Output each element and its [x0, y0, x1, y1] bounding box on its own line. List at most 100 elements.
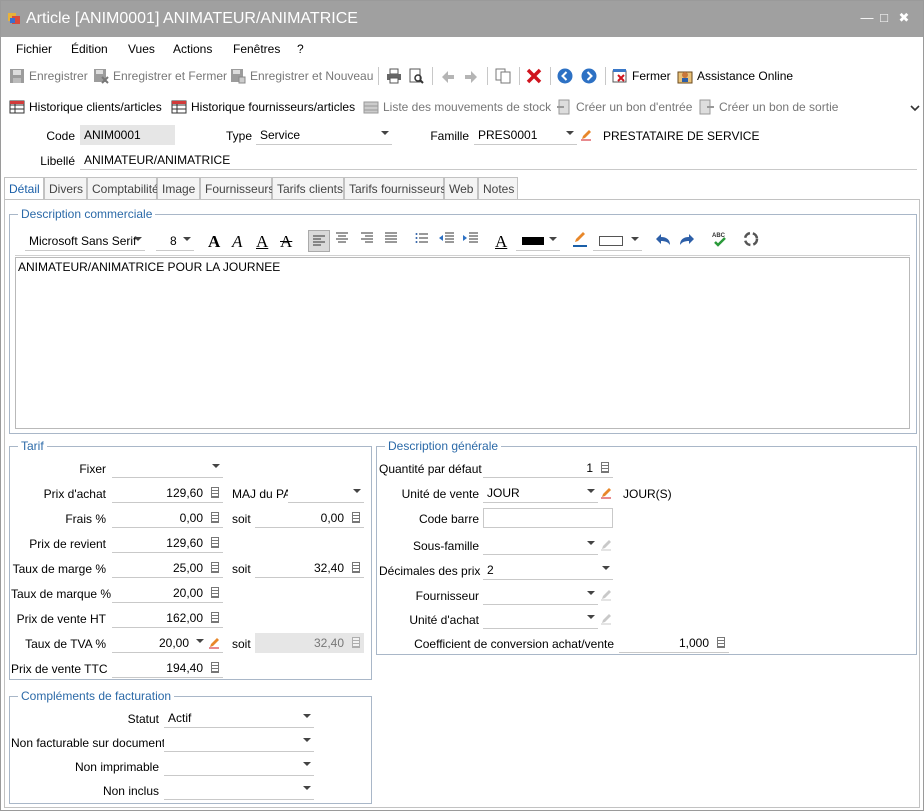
next-record-button[interactable] — [463, 68, 483, 84]
tab-comptabilite[interactable]: Comptabilité — [87, 177, 159, 199]
code-barre-field[interactable] — [483, 508, 613, 528]
code-field[interactable]: ANIM0001 — [80, 125, 175, 145]
exit-voucher-button[interactable]: Créer un bon de sortie — [699, 99, 838, 115]
non-imprimable-select[interactable] — [164, 756, 314, 776]
redo-button[interactable] — [679, 231, 695, 251]
font-family-select[interactable]: Microsoft Sans Serif — [25, 231, 145, 251]
menu-help[interactable]: ? — [297, 42, 304, 56]
libelle-field[interactable]: ANIMATEUR/ANIMATRICE — [80, 150, 917, 170]
menu-vues[interactable]: Vues — [128, 42, 155, 56]
menu-edition[interactable]: Édition — [71, 42, 108, 56]
maj-pa-select[interactable] — [288, 483, 364, 503]
unite-achat-select[interactable] — [483, 609, 598, 629]
font-color-button[interactable]: A — [495, 232, 507, 252]
tab-divers[interactable]: Divers — [44, 177, 87, 199]
highlight-color-select[interactable] — [593, 231, 642, 251]
duplicate-button[interactable] — [495, 68, 515, 84]
qte-field[interactable]: 1 — [483, 458, 613, 478]
print-button[interactable] — [386, 68, 406, 84]
stock-moves-button[interactable]: Liste des mouvements de stock — [363, 99, 551, 115]
frais-field[interactable]: 0,00 — [112, 508, 223, 528]
description-editor[interactable]: ANIMATEUR/ANIMATRICE POUR LA JOURNEE — [15, 257, 910, 429]
save-button[interactable]: Enregistrer — [9, 68, 88, 84]
calculator-icon[interactable] — [717, 637, 725, 648]
first-button[interactable] — [557, 68, 577, 84]
statut-select[interactable]: Actif — [164, 708, 314, 728]
maximize-button[interactable]: □ — [876, 10, 892, 25]
menu-fenetres[interactable]: Fenêtres — [233, 42, 280, 56]
prix-revient-field[interactable]: 129,60 — [112, 533, 223, 553]
type-select[interactable]: Service — [256, 125, 392, 145]
minimize-button[interactable]: — — [859, 10, 875, 25]
last-button[interactable] — [581, 68, 601, 84]
edit-pencil-icon[interactable] — [600, 613, 612, 625]
text-color-select[interactable] — [516, 231, 560, 251]
prix-achat-field[interactable]: 129,60 — [112, 483, 223, 503]
toolbar-overflow-button[interactable] — [907, 100, 924, 116]
non-inclus-select[interactable] — [164, 780, 314, 800]
fournisseur-select[interactable] — [483, 585, 598, 605]
save-new-button[interactable]: Enregistrer et Nouveau — [230, 68, 373, 84]
unite-vente-select[interactable]: JOUR — [483, 483, 598, 503]
previous-record-button[interactable] — [440, 68, 460, 84]
taux-marge-field[interactable]: 25,00 — [112, 558, 223, 578]
tab-fournisseurs[interactable]: Fournisseurs — [200, 177, 274, 199]
align-center-button[interactable] — [335, 231, 349, 251]
outdent-button[interactable] — [438, 231, 454, 251]
pv-ttc-field[interactable]: 194,40 — [112, 658, 223, 678]
highlight-button[interactable] — [572, 231, 588, 251]
entry-voucher-button[interactable]: Créer un bon d'entrée — [556, 99, 692, 115]
calculator-icon[interactable] — [211, 662, 219, 673]
fixer-select[interactable] — [112, 458, 223, 478]
font-size-select[interactable]: 8 — [156, 231, 194, 251]
close-button[interactable]: Fermer — [612, 68, 671, 84]
calculator-icon[interactable] — [211, 512, 219, 523]
print-preview-button[interactable] — [408, 68, 428, 84]
assistance-online-button[interactable]: Assistance Online — [677, 68, 793, 84]
decimales-select[interactable]: 2 — [483, 560, 613, 580]
calculator-icon[interactable] — [352, 562, 360, 573]
strikethrough-button[interactable]: A — [280, 232, 292, 252]
bold-button[interactable]: A — [208, 232, 220, 252]
underline-button[interactable]: A — [256, 232, 268, 252]
calculator-icon[interactable] — [211, 587, 219, 598]
tab-image[interactable]: Image — [157, 177, 200, 199]
tab-tarifs-fournisseurs[interactable]: Tarifs fournisseurs — [344, 177, 446, 199]
coef-field[interactable]: 1,000 — [619, 633, 729, 653]
tab-web[interactable]: Web — [444, 177, 478, 199]
hist-clients-button[interactable]: Historique clients/articles — [9, 99, 162, 115]
calculator-icon[interactable] — [352, 512, 360, 523]
justify-button[interactable] — [384, 231, 398, 251]
frais-soit-field[interactable]: 0,00 — [255, 508, 364, 528]
tab-notes[interactable]: Notes — [478, 177, 518, 199]
marge-soit-field[interactable]: 32,40 — [255, 558, 364, 578]
italic-button[interactable]: A — [232, 232, 242, 252]
calculator-icon[interactable] — [211, 537, 219, 548]
calculator-icon[interactable] — [601, 462, 609, 473]
calculator-icon[interactable] — [211, 612, 219, 623]
align-right-button[interactable] — [360, 231, 374, 251]
close-window-button[interactable]: ✖ — [896, 10, 912, 26]
save-close-button[interactable]: Enregistrer et Fermer — [93, 68, 227, 84]
famille-select[interactable]: PRES0001 — [474, 125, 577, 145]
edit-pencil-icon[interactable] — [600, 589, 612, 601]
edit-pencil-icon[interactable] — [208, 637, 220, 649]
hist-suppliers-button[interactable]: Historique fournisseurs/articles — [171, 99, 355, 115]
tva-select[interactable]: 20,00 — [112, 633, 223, 653]
tab-detail[interactable]: Détail — [4, 177, 44, 200]
menu-actions[interactable]: Actions — [173, 42, 212, 56]
edit-pencil-icon[interactable] — [600, 539, 612, 551]
calculator-icon[interactable] — [211, 562, 219, 573]
edit-pencil-icon[interactable] — [600, 487, 612, 499]
menu-fichier[interactable]: Fichier — [16, 42, 52, 56]
calculator-icon[interactable] — [211, 487, 219, 498]
delete-button[interactable] — [526, 68, 546, 84]
non-facturable-select[interactable] — [164, 732, 314, 752]
recycle-button[interactable] — [742, 230, 760, 250]
align-left-button[interactable] — [308, 230, 330, 252]
undo-button[interactable] — [655, 231, 671, 251]
pv-ht-field[interactable]: 162,00 — [112, 608, 223, 628]
tab-tarifs-clients[interactable]: Tarifs clients — [272, 177, 344, 199]
taux-marque-field[interactable]: 20,00 — [112, 583, 223, 603]
indent-button[interactable] — [462, 231, 478, 251]
